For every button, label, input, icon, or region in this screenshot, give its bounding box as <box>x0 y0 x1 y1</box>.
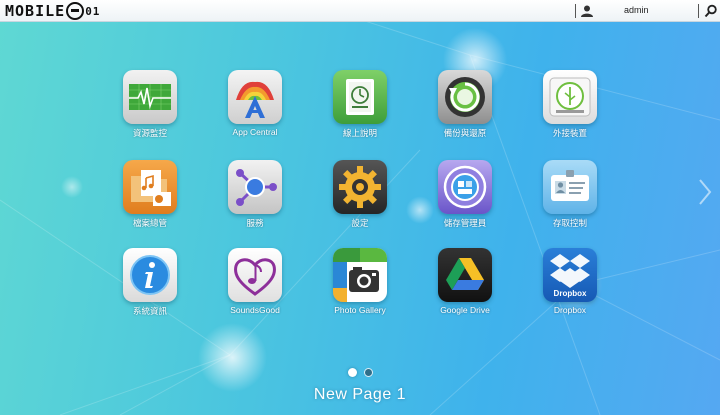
app-online-help[interactable]: 線上說明 <box>320 70 400 139</box>
app-app-central[interactable]: App Central <box>215 70 295 137</box>
app-label: 線上說明 <box>342 128 377 138</box>
google-drive-icon <box>438 248 492 302</box>
app-file-explorer[interactable]: 檔案總管 <box>110 160 190 229</box>
external-device-icon <box>543 70 597 124</box>
app-soundsgood[interactable]: SoundsGood <box>215 248 295 315</box>
page-title: New Page 1 <box>313 386 407 403</box>
access-control-icon <box>543 160 597 214</box>
search-icon[interactable] <box>704 4 718 18</box>
logo-suffix: 01 <box>85 4 101 18</box>
app-label: SoundsGood <box>230 305 280 315</box>
app-settings[interactable]: 設定 <box>320 160 400 229</box>
app-system-info[interactable]: 系統資訊 <box>110 248 190 317</box>
divider <box>698 4 699 18</box>
app-label: Photo Gallery <box>334 305 386 315</box>
background-glow <box>60 175 84 199</box>
backup-restore-icon <box>438 70 492 124</box>
logo-text: MOBILE <box>5 2 66 20</box>
user-icon[interactable] <box>580 4 594 18</box>
app-label: Dropbox <box>553 305 587 315</box>
app-label: App Central <box>232 127 278 137</box>
app-label: Google Drive <box>440 305 490 315</box>
background-glow <box>195 320 270 395</box>
site-logo: MOBILE 01 <box>5 1 100 21</box>
services-icon <box>228 160 282 214</box>
soundsgood-icon <box>228 248 282 302</box>
top-bar: MOBILE 01 admin <box>0 0 720 22</box>
storage-manager-icon <box>438 160 492 214</box>
settings-gear-icon <box>333 160 387 214</box>
app-label: 存取控制 <box>552 218 587 228</box>
dropbox-tile-text: Dropbox <box>553 289 587 298</box>
app-resource-monitor[interactable]: 資源監控 <box>110 70 190 139</box>
app-external-device[interactable]: 外接裝置 <box>530 70 610 139</box>
app-access-control[interactable]: 存取控制 <box>530 160 610 229</box>
app-label: 設定 <box>351 218 369 228</box>
username-label[interactable]: admin <box>624 5 649 15</box>
app-label: 外接裝置 <box>552 128 587 138</box>
app-label: 資源監控 <box>132 128 167 138</box>
page-dot-active[interactable] <box>348 368 357 377</box>
resource-monitor-icon <box>123 70 177 124</box>
app-central-icon <box>228 70 282 124</box>
app-storage-manager[interactable]: 儲存管理員 <box>425 160 505 229</box>
logo-emblem <box>66 2 85 20</box>
online-help-icon <box>333 70 387 124</box>
dropbox-icon: Dropbox <box>543 248 597 302</box>
app-dropbox[interactable]: Dropbox Dropbox <box>530 248 610 315</box>
divider <box>575 4 576 18</box>
app-label: 儲存管理員 <box>443 218 487 228</box>
page-dot[interactable] <box>364 368 373 377</box>
app-backup-restore[interactable]: 備份與還原 <box>425 70 505 139</box>
file-explorer-icon <box>123 160 177 214</box>
system-info-icon <box>123 248 177 302</box>
app-photo-gallery[interactable]: Photo Gallery <box>320 248 400 315</box>
app-label: 檔案總管 <box>132 218 167 228</box>
app-services[interactable]: 服務 <box>215 160 295 229</box>
app-label: 系統資訊 <box>132 306 167 316</box>
app-label: 備份與還原 <box>443 128 487 138</box>
photo-gallery-icon <box>333 248 387 302</box>
app-label: 服務 <box>246 218 264 228</box>
app-google-drive[interactable]: Google Drive <box>425 248 505 315</box>
next-page-arrow-icon[interactable] <box>698 178 712 206</box>
